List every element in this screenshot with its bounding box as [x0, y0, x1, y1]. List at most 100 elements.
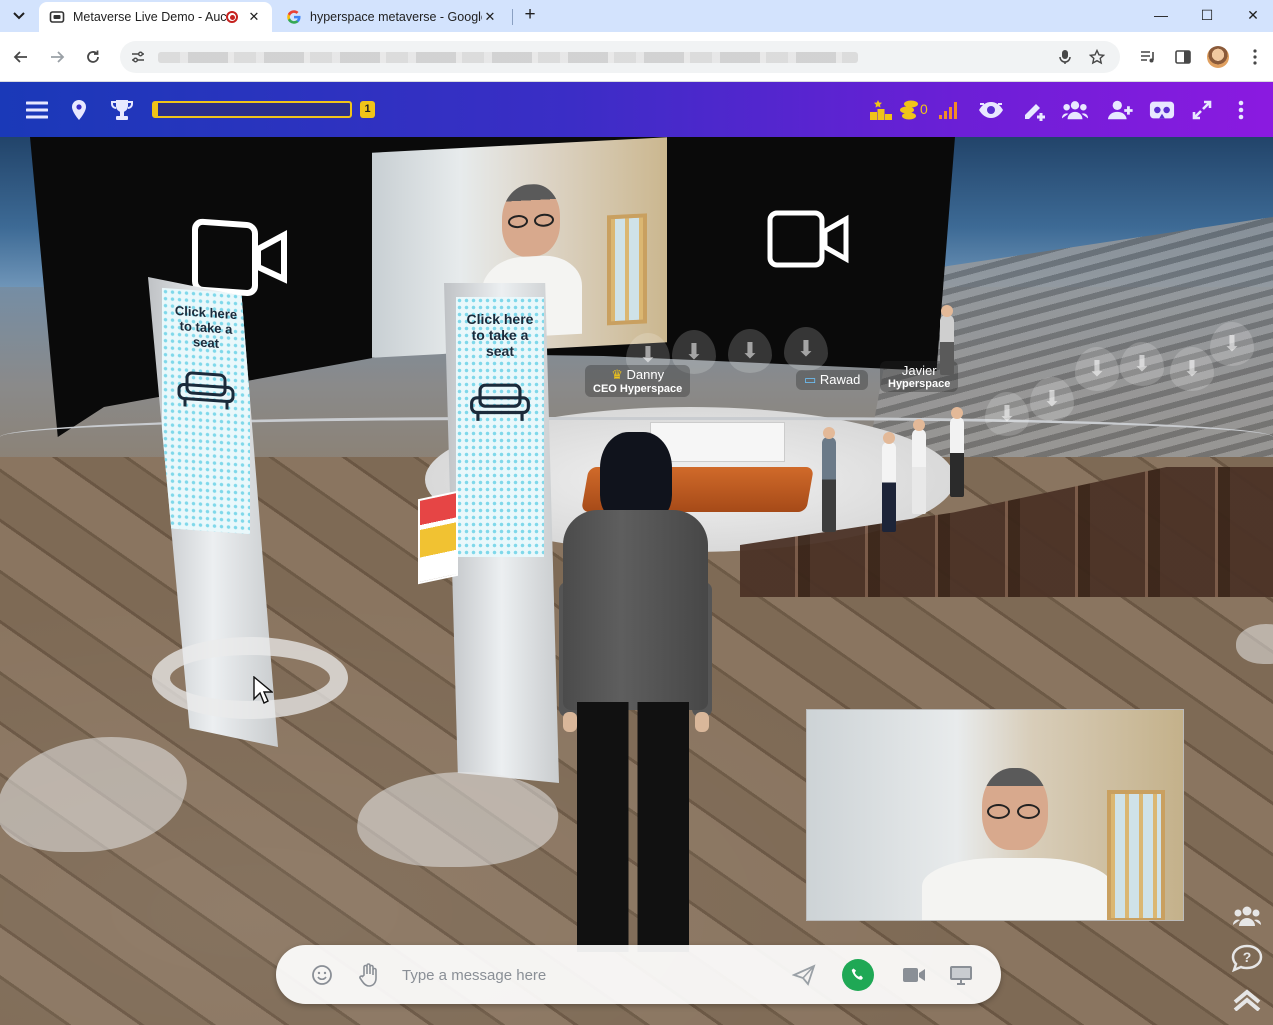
player-avatar[interactable]	[555, 432, 715, 1025]
app-top-bar: 1 0	[0, 82, 1273, 137]
seat-kiosk-right[interactable]: Click here to take a seat	[444, 283, 559, 783]
reload-icon	[87, 50, 99, 63]
close-tab-icon[interactable]: ✕	[482, 9, 498, 25]
coins-icon[interactable]	[896, 97, 922, 123]
close-window-button[interactable]: ✕	[1230, 0, 1273, 30]
self-camera-preview[interactable]	[806, 709, 1184, 921]
browser-toolbar	[0, 32, 1273, 82]
recording-indicator-icon	[226, 11, 238, 23]
emoji-icon[interactable]	[308, 961, 336, 989]
map-pin-icon[interactable]	[66, 97, 92, 123]
video-camera-icon	[767, 210, 849, 268]
seat-marker-icon[interactable]: ⬇	[1030, 377, 1074, 421]
video-camera-button-icon[interactable]	[900, 961, 928, 989]
chevron-up-icon[interactable]	[1227, 985, 1267, 1015]
seat-marker-icon[interactable]: ⬇	[1075, 347, 1119, 391]
mouse-cursor-icon	[253, 676, 273, 704]
add-user-icon[interactable]	[1108, 97, 1134, 123]
avatar-name-tag-danny: ♛ Danny CEO Hyperspace	[585, 365, 691, 397]
sofa-icon	[470, 383, 530, 421]
new-tab-button[interactable]: +	[519, 5, 541, 27]
color-board[interactable]	[418, 490, 458, 585]
close-tab-icon[interactable]: ✕	[246, 9, 262, 25]
voice-call-button[interactable]	[842, 959, 874, 991]
arrow-left-icon	[13, 51, 27, 63]
kiosk-text: Click here to take a seat	[174, 302, 238, 351]
reload-button[interactable]	[80, 44, 106, 70]
npc-avatar[interactable]	[822, 427, 836, 532]
message-input[interactable]	[402, 957, 782, 993]
npc-avatar[interactable]	[950, 407, 964, 497]
xp-progress-bar	[152, 101, 352, 118]
google-favicon-icon	[286, 9, 302, 25]
avatar-name-tag-rawad: ▭ Rawad	[796, 370, 869, 390]
more-options-icon[interactable]	[1228, 97, 1254, 123]
raise-hand-icon[interactable]	[355, 961, 383, 989]
tab-title: Metaverse Live Demo - Auc	[73, 10, 226, 24]
tab-separator	[512, 9, 513, 25]
teleport-ring[interactable]	[152, 637, 348, 719]
group-icon[interactable]	[1062, 97, 1088, 123]
coin-count: 0	[920, 101, 928, 117]
avatar-name: Danny	[626, 367, 665, 382]
laptop-icon: ▭	[804, 372, 820, 387]
microphone-icon[interactable]	[1055, 47, 1075, 67]
send-icon[interactable]	[790, 961, 818, 989]
browser-tab-strip: Metaverse Live Demo - Auc ✕ hyperspace m…	[0, 0, 1273, 32]
crown-icon: ♛	[611, 367, 627, 382]
seat-marker-icon[interactable]: ⬇	[1170, 347, 1214, 391]
media-control-icon[interactable]	[1136, 45, 1160, 69]
seat-marker-icon[interactable]: ⬇	[784, 327, 828, 371]
address-bar[interactable]	[120, 41, 1120, 73]
url-text-blurred	[158, 52, 858, 63]
hyperspace-favicon-icon	[49, 9, 65, 25]
npc-avatar[interactable]	[882, 432, 896, 532]
video-camera-icon	[192, 218, 287, 297]
side-panel-icon[interactable]	[1171, 45, 1195, 69]
avatar-title: CEO Hyperspace	[593, 383, 683, 395]
bookmark-star-icon[interactable]	[1087, 47, 1107, 67]
profile-avatar[interactable]	[1207, 46, 1229, 68]
tab-google-search[interactable]: hyperspace metaverse - Google ✕	[276, 2, 508, 32]
help-chat-icon[interactable]: ?	[1227, 943, 1267, 973]
vr-headset-icon[interactable]	[1149, 97, 1175, 123]
maximize-button[interactable]: ☐	[1184, 0, 1230, 30]
signal-strength-icon	[936, 97, 962, 123]
screen-share-icon[interactable]	[947, 961, 975, 989]
fullscreen-icon[interactable]	[1189, 97, 1215, 123]
chat-composer	[276, 945, 1001, 1004]
tab-metaverse-live-demo[interactable]: Metaverse Live Demo - Auc ✕	[39, 2, 272, 32]
seat-marker-icon[interactable]: ⬇	[1120, 342, 1164, 386]
people-icon[interactable]	[1227, 901, 1267, 931]
door-image	[1107, 790, 1165, 920]
xp-progress-fill	[154, 103, 158, 116]
leaderboard-icon[interactable]	[868, 97, 894, 123]
edit-add-icon[interactable]	[1022, 97, 1048, 123]
site-info-icon[interactable]	[130, 49, 146, 65]
phone-icon	[851, 968, 863, 980]
svg-text:?: ?	[1243, 949, 1252, 965]
chevron-down-icon	[13, 12, 25, 20]
avatar-name: Javier	[901, 363, 937, 378]
npc-avatar[interactable]	[940, 305, 954, 375]
minimize-button[interactable]: —	[1138, 0, 1184, 30]
tab-title: hyperspace metaverse - Google	[310, 10, 482, 24]
arrow-right-icon	[51, 51, 65, 63]
back-button[interactable]	[8, 44, 34, 70]
forward-button[interactable]	[44, 44, 70, 70]
chrome-menu-icon[interactable]	[1243, 45, 1267, 69]
seat-marker-icon[interactable]: ⬇	[985, 392, 1029, 436]
level-badge: 1	[360, 101, 375, 118]
trophy-icon[interactable]	[109, 97, 135, 123]
door-image	[607, 213, 647, 326]
avatar-title: Hyperspace	[888, 378, 951, 390]
menu-icon[interactable]	[24, 97, 50, 123]
seat-marker-icon[interactable]: ⬇	[728, 329, 772, 373]
avatar-name: Rawad	[819, 372, 861, 387]
sofa-icon	[177, 371, 235, 410]
tab-search-button[interactable]	[7, 6, 31, 26]
seat-marker-icon[interactable]: ⬇	[1210, 322, 1254, 366]
npc-avatar[interactable]	[912, 419, 926, 514]
view-eye-icon[interactable]	[978, 97, 1004, 123]
kiosk-text: Click here to take a seat	[466, 311, 534, 359]
